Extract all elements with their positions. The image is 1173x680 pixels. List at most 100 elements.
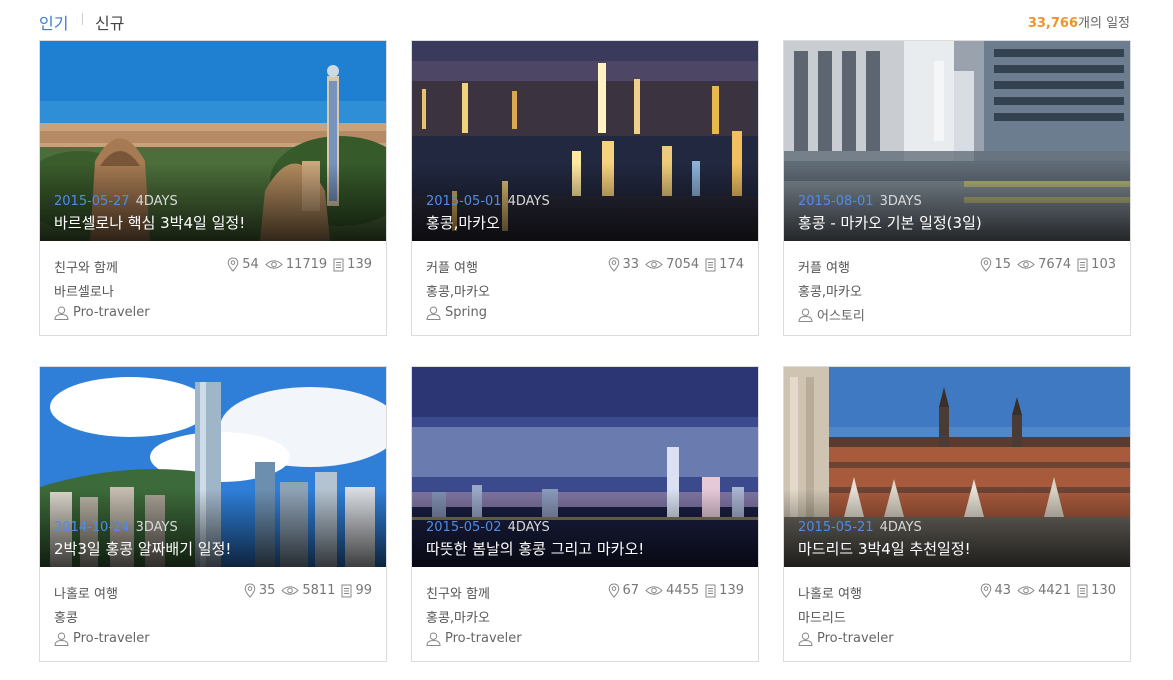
pin-stat: 43 [980, 583, 1012, 598]
card-theme: 친구와 함께 [426, 587, 490, 602]
card-photo[interactable]: 2015-05-02 4DAYS 따뜻한 봄날의 홍콩 그리고 마카오! [412, 367, 758, 567]
card-meta: 2015-05-27 4DAYS [54, 194, 178, 209]
view-count: 11719 [285, 257, 328, 272]
document-icon [705, 258, 716, 271]
author-name: Pro-traveler [73, 631, 150, 646]
doc-count: 139 [347, 257, 372, 272]
card-meta: 2015-05-02 4DAYS [426, 520, 550, 535]
eye-icon [1017, 586, 1035, 595]
card-title[interactable]: 홍콩 - 마카오 기본 일정(3일) [798, 212, 982, 233]
pin-count: 35 [258, 583, 276, 598]
card-meta: 2014-10-24 3DAYS [54, 520, 178, 535]
card-date: 2015-05-02 [426, 520, 502, 535]
card-theme: 나홀로 여행 [798, 587, 862, 602]
view-stat: 7674 [1017, 257, 1071, 272]
doc-count: 139 [719, 583, 744, 598]
card-theme: 커플 여행 [798, 261, 850, 276]
card-stats: 33 7054 174 [602, 257, 744, 272]
doc-stat: 99 [341, 583, 372, 598]
total-itinerary-count: 33,766개의 일정 [1028, 12, 1130, 31]
card-title[interactable]: 마드리드 3박4일 추천일정! [798, 538, 971, 559]
doc-stat: 174 [705, 257, 744, 272]
view-stat: 7054 [645, 257, 699, 272]
card-stats: 54 11719 139 [221, 257, 372, 272]
itinerary-card[interactable]: 2015-05-21 4DAYS 마드리드 3박4일 추천일정! 나홀로 여행 4… [783, 366, 1131, 662]
list-header: 인기 신규 33,766개의 일정 [0, 0, 1173, 40]
total-count-suffix: 개의 일정 [1078, 16, 1130, 31]
card-city: 홍콩,마카오 [426, 285, 490, 300]
author-name: Pro-traveler [73, 305, 150, 320]
card-city: 홍콩 [54, 611, 78, 626]
card-title[interactable]: 2박3일 홍콩 알짜배기 일정! [54, 538, 231, 559]
card-author[interactable]: Spring [426, 305, 487, 320]
view-stat: 4421 [1017, 583, 1071, 598]
card-title[interactable]: 홍콩,마카오 [426, 212, 500, 233]
card-photo[interactable]: 2015-05-27 4DAYS 바르셀로나 핵심 3박4일 일정! [40, 41, 386, 241]
author-name: Pro-traveler [445, 631, 522, 646]
eye-icon [645, 586, 663, 595]
pin-count: 43 [994, 583, 1012, 598]
map-pin-icon [980, 257, 991, 272]
total-count-number: 33,766 [1027, 16, 1079, 31]
document-icon [1077, 258, 1088, 271]
itinerary-card[interactable]: 2015-05-02 4DAYS 따뜻한 봄날의 홍콩 그리고 마카오! 친구와 … [411, 366, 759, 662]
card-days: 4DAYS [135, 194, 178, 209]
view-stat: 11719 [265, 257, 327, 272]
card-author[interactable]: Pro-traveler [54, 631, 150, 646]
author-name: Spring [445, 305, 487, 320]
user-icon [426, 631, 441, 646]
doc-count: 174 [719, 257, 744, 272]
doc-stat: 139 [333, 257, 372, 272]
card-city: 마드리드 [798, 611, 846, 626]
pin-stat: 54 [227, 257, 259, 272]
card-photo[interactable]: 2015-05-01 4DAYS 홍콩,마카오 [412, 41, 758, 241]
doc-count: 130 [1091, 583, 1116, 598]
card-photo[interactable]: 2015-08-01 3DAYS 홍콩 - 마카오 기본 일정(3일) [784, 41, 1130, 241]
map-pin-icon [608, 583, 619, 598]
itinerary-card[interactable]: 2015-05-01 4DAYS 홍콩,마카오 커플 여행 33 7054 174… [411, 40, 759, 336]
author-name: 어스토리 [817, 309, 865, 324]
card-author[interactable]: 어스토리 [798, 305, 865, 324]
card-author[interactable]: Pro-traveler [54, 305, 150, 320]
doc-stat: 103 [1077, 257, 1116, 272]
eye-icon [281, 586, 300, 595]
card-author[interactable]: Pro-traveler [426, 631, 522, 646]
tab-popular[interactable]: 인기 [39, 10, 68, 34]
card-photo[interactable]: 2015-05-21 4DAYS 마드리드 3박4일 추천일정! [784, 367, 1130, 567]
card-theme: 커플 여행 [426, 261, 478, 276]
document-icon [705, 584, 716, 597]
card-city: 홍콩,마카오 [426, 611, 490, 626]
card-author[interactable]: Pro-traveler [798, 631, 894, 646]
pin-stat: 35 [244, 583, 276, 598]
itinerary-card[interactable]: 2015-08-01 3DAYS 홍콩 - 마카오 기본 일정(3일) 커플 여행… [783, 40, 1131, 336]
card-date: 2014-10-24 [54, 520, 130, 535]
card-days: 3DAYS [879, 194, 922, 209]
map-pin-icon [608, 257, 619, 272]
card-meta: 2015-08-01 3DAYS [798, 194, 922, 209]
card-days: 3DAYS [135, 520, 178, 535]
card-days: 4DAYS [507, 520, 550, 535]
eye-icon [1017, 260, 1035, 269]
doc-stat: 130 [1077, 583, 1116, 598]
card-date: 2015-05-01 [426, 194, 502, 209]
tab-divider [82, 13, 83, 25]
user-icon [54, 305, 69, 320]
map-pin-icon [227, 257, 239, 272]
view-count: 7054 [666, 257, 700, 272]
card-meta: 2015-05-01 4DAYS [426, 194, 550, 209]
card-date: 2015-08-01 [798, 194, 874, 209]
itinerary-card[interactable]: 2015-05-27 4DAYS 바르셀로나 핵심 3박4일 일정! 친구와 함께… [39, 40, 387, 336]
card-title[interactable]: 바르셀로나 핵심 3박4일 일정! [54, 212, 245, 233]
card-days: 4DAYS [879, 520, 922, 535]
author-name: Pro-traveler [817, 631, 894, 646]
tab-new[interactable]: 신규 [95, 10, 124, 34]
card-photo[interactable]: 2014-10-24 3DAYS 2박3일 홍콩 알짜배기 일정! [40, 367, 386, 567]
card-title[interactable]: 따뜻한 봄날의 홍콩 그리고 마카오! [426, 538, 644, 559]
pin-count: 67 [622, 583, 640, 598]
document-icon [333, 258, 344, 271]
view-stat: 5811 [281, 583, 335, 598]
card-stats: 35 5811 99 [238, 583, 372, 598]
doc-count: 99 [355, 583, 372, 598]
itinerary-card[interactable]: 2014-10-24 3DAYS 2박3일 홍콩 알짜배기 일정! 나홀로 여행 … [39, 366, 387, 662]
doc-stat: 139 [705, 583, 744, 598]
